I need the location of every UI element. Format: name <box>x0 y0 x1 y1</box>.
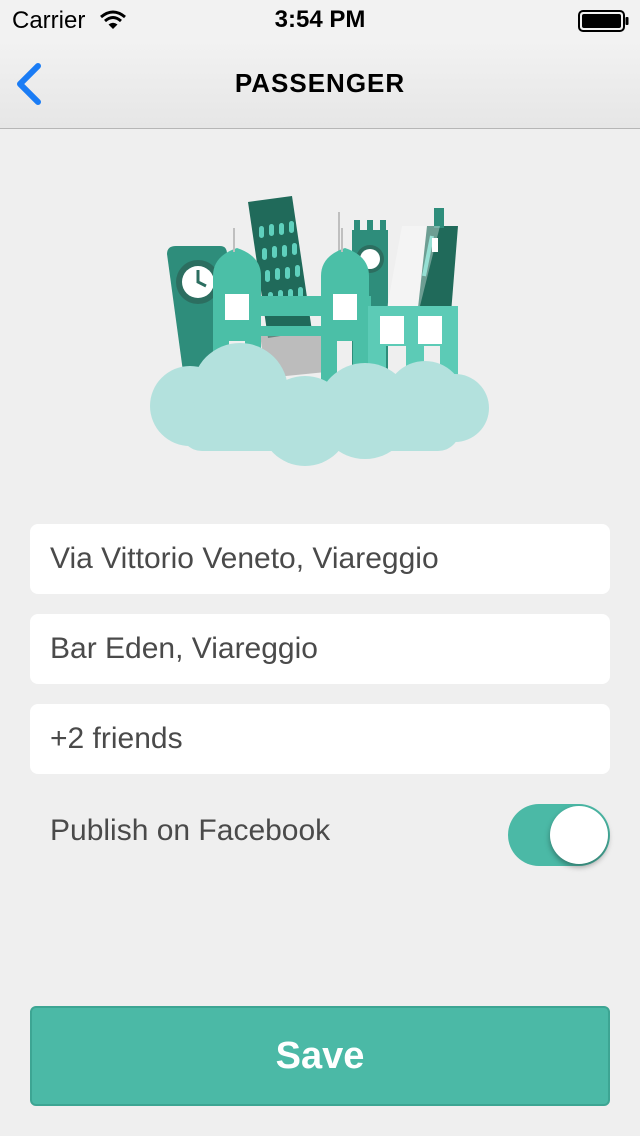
city-skyline-illustration <box>150 196 489 466</box>
page-title: PASSENGER <box>234 68 406 98</box>
save-button[interactable]: Save <box>30 1006 610 1106</box>
status-bar: Carrier 3:54 PM <box>0 0 640 40</box>
from-address-field[interactable]: Via Vittorio Veneto, Viareggio <box>30 524 610 594</box>
navigation-bar: PASSENGER <box>0 40 640 129</box>
publish-facebook-toggle[interactable] <box>508 804 610 866</box>
toggle-knob <box>550 806 608 864</box>
destination-field[interactable]: Bar Eden, Viareggio <box>30 614 610 684</box>
status-time: 3:54 PM <box>274 6 366 33</box>
battery-icon <box>578 10 629 32</box>
friends-field[interactable]: +2 friends <box>30 704 610 774</box>
publish-facebook-label: Publish on Facebook <box>50 814 331 847</box>
